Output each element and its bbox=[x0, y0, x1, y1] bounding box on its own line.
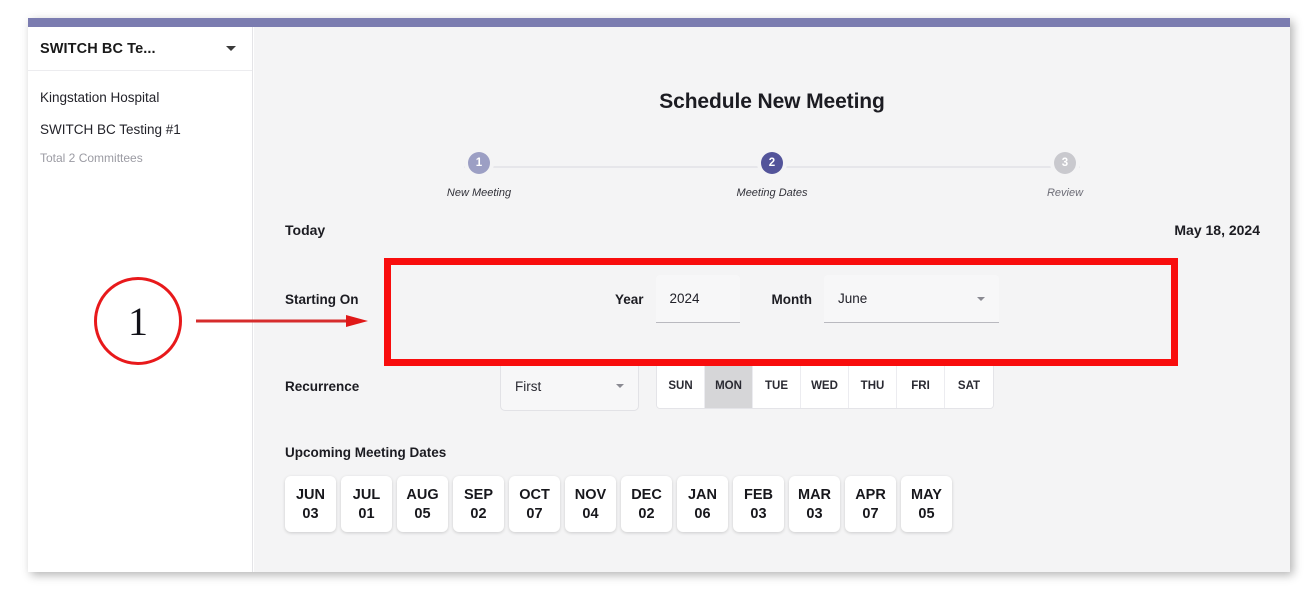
step-number-badge: 3 bbox=[1054, 152, 1076, 174]
recurrence-label: Recurrence bbox=[285, 378, 360, 394]
date-chip-day: 03 bbox=[750, 505, 767, 522]
committee-selector-dropdown[interactable]: SWITCH BC Te... bbox=[28, 27, 252, 71]
date-chip[interactable]: MAR 03 bbox=[789, 476, 840, 532]
today-date-value: May 18, 2024 bbox=[1174, 222, 1260, 238]
upcoming-dates-list: JUN 03 JUL 01 AUG 05 SEP 02 OCT 07 NOV 0… bbox=[285, 476, 1260, 532]
date-chip-day: 02 bbox=[638, 505, 655, 522]
day-button-label: SUN bbox=[668, 380, 693, 392]
date-chip-day: 06 bbox=[694, 505, 711, 522]
date-chip[interactable]: JAN 06 bbox=[677, 476, 728, 532]
date-chip[interactable]: NOV 04 bbox=[565, 476, 616, 532]
date-chip-day: 07 bbox=[862, 505, 879, 522]
month-select[interactable]: June bbox=[824, 275, 1000, 323]
day-button-label: WED bbox=[811, 380, 838, 392]
date-chip[interactable]: AUG 05 bbox=[397, 476, 448, 532]
date-chip-month: JUN bbox=[295, 486, 325, 503]
today-row: Today May 18, 2024 bbox=[285, 222, 1260, 238]
committee-total-count: Total 2 Committees bbox=[40, 150, 143, 165]
chevron-down-icon bbox=[977, 296, 986, 301]
recurrence-row: Recurrence First SUN MON TUE WED THU FRI… bbox=[285, 360, 1260, 412]
year-input[interactable] bbox=[655, 275, 740, 323]
chevron-down-icon bbox=[226, 46, 236, 51]
date-chip-day: 04 bbox=[582, 505, 599, 522]
upcoming-meeting-dates-title: Upcoming Meeting Dates bbox=[285, 445, 447, 460]
sidebar-item-switch-bc-testing[interactable]: SWITCH BC Testing #1 bbox=[28, 114, 252, 146]
step-number-badge: 2 bbox=[761, 152, 783, 174]
sidebar-item-label: SWITCH BC Testing #1 bbox=[40, 122, 181, 138]
top-accent-bar bbox=[28, 18, 1290, 27]
stepper-step-new-meeting[interactable]: 1 New Meeting bbox=[424, 152, 534, 199]
main-content: Schedule New Meeting 1 New Meeting 2 Mee… bbox=[254, 27, 1290, 572]
date-chip-month: MAR bbox=[797, 486, 832, 503]
date-chip-day: 03 bbox=[806, 505, 823, 522]
starting-on-label: Starting On bbox=[285, 291, 359, 307]
date-chip[interactable]: JUN 03 bbox=[285, 476, 336, 532]
stepper-step-review[interactable]: 3 Review bbox=[1010, 152, 1120, 199]
recurrence-ordinal-select[interactable]: First bbox=[500, 361, 639, 411]
wizard-stepper: 1 New Meeting 2 Meeting Dates 3 Review bbox=[424, 152, 1120, 214]
date-chip-day: 01 bbox=[358, 505, 375, 522]
date-chip[interactable]: FEB 03 bbox=[733, 476, 784, 532]
date-chip-day: 07 bbox=[526, 505, 543, 522]
day-button-label: TUE bbox=[765, 380, 788, 392]
month-select-value: June bbox=[838, 291, 868, 306]
starting-on-row: Starting On Year Month June bbox=[285, 266, 1260, 332]
sidebar: SWITCH BC Te... Kingstation Hospital SWI… bbox=[28, 27, 253, 572]
day-button-tue[interactable]: TUE bbox=[753, 364, 801, 408]
date-chip-month: MAY bbox=[911, 486, 942, 503]
date-chip-month: NOV bbox=[574, 486, 607, 503]
date-chip-day: 05 bbox=[414, 505, 431, 522]
date-chip[interactable]: MAY 05 bbox=[901, 476, 952, 532]
date-chip-day: 02 bbox=[470, 505, 487, 522]
step-label: Meeting Dates bbox=[736, 187, 808, 199]
stepper-step-meeting-dates[interactable]: 2 Meeting Dates bbox=[717, 152, 827, 199]
day-button-fri[interactable]: FRI bbox=[897, 364, 945, 408]
date-chip-month: JUL bbox=[352, 486, 381, 503]
day-button-label: FRI bbox=[911, 380, 930, 392]
month-label: Month bbox=[771, 291, 813, 307]
date-chip[interactable]: JUL 01 bbox=[341, 476, 392, 532]
date-chip-month: SEP bbox=[463, 486, 493, 503]
page-title: Schedule New Meeting bbox=[659, 90, 885, 113]
committee-selector-label: SWITCH BC Te... bbox=[40, 40, 156, 57]
day-button-thu[interactable]: THU bbox=[849, 364, 897, 408]
day-button-label: SAT bbox=[957, 380, 981, 392]
chevron-down-icon bbox=[616, 384, 624, 388]
year-label: Year bbox=[615, 291, 644, 307]
recurrence-ordinal-value: First bbox=[515, 378, 542, 394]
day-button-label: THU bbox=[860, 380, 885, 392]
day-button-sat[interactable]: SAT bbox=[945, 364, 993, 408]
date-chip-month: AUG bbox=[406, 486, 439, 503]
step-number-badge: 1 bbox=[468, 152, 490, 174]
date-chip[interactable]: DEC 02 bbox=[621, 476, 672, 532]
date-chip-day: 05 bbox=[918, 505, 935, 522]
step-label: New Meeting bbox=[446, 187, 512, 199]
committee-list: Kingstation Hospital SWITCH BC Testing #… bbox=[28, 71, 252, 169]
date-chip-month: JAN bbox=[687, 486, 717, 503]
step-label: Review bbox=[1046, 187, 1084, 199]
day-button-mon[interactable]: MON bbox=[705, 364, 753, 408]
date-chip-month: DEC bbox=[631, 486, 662, 503]
sidebar-item-label: Kingstation Hospital bbox=[40, 90, 160, 105]
day-button-sun[interactable]: SUN bbox=[657, 364, 705, 408]
day-of-week-group: SUN MON TUE WED THU FRI SAT bbox=[656, 363, 994, 409]
date-chip[interactable]: SEP 02 bbox=[453, 476, 504, 532]
date-chip-day: 03 bbox=[302, 505, 319, 522]
day-button-wed[interactable]: WED bbox=[801, 364, 849, 408]
date-chip-month: OCT bbox=[519, 486, 550, 503]
date-chip-month: FEB bbox=[744, 486, 773, 503]
sidebar-item-kingstation-hospital[interactable]: Kingstation Hospital bbox=[28, 82, 252, 114]
day-button-label: MON bbox=[715, 380, 742, 392]
application-window: SWITCH BC Te... Kingstation Hospital SWI… bbox=[28, 18, 1290, 572]
date-chip-month: APR bbox=[855, 486, 886, 503]
today-label: Today bbox=[285, 222, 326, 238]
date-chip[interactable]: APR 07 bbox=[845, 476, 896, 532]
date-chip[interactable]: OCT 07 bbox=[509, 476, 560, 532]
